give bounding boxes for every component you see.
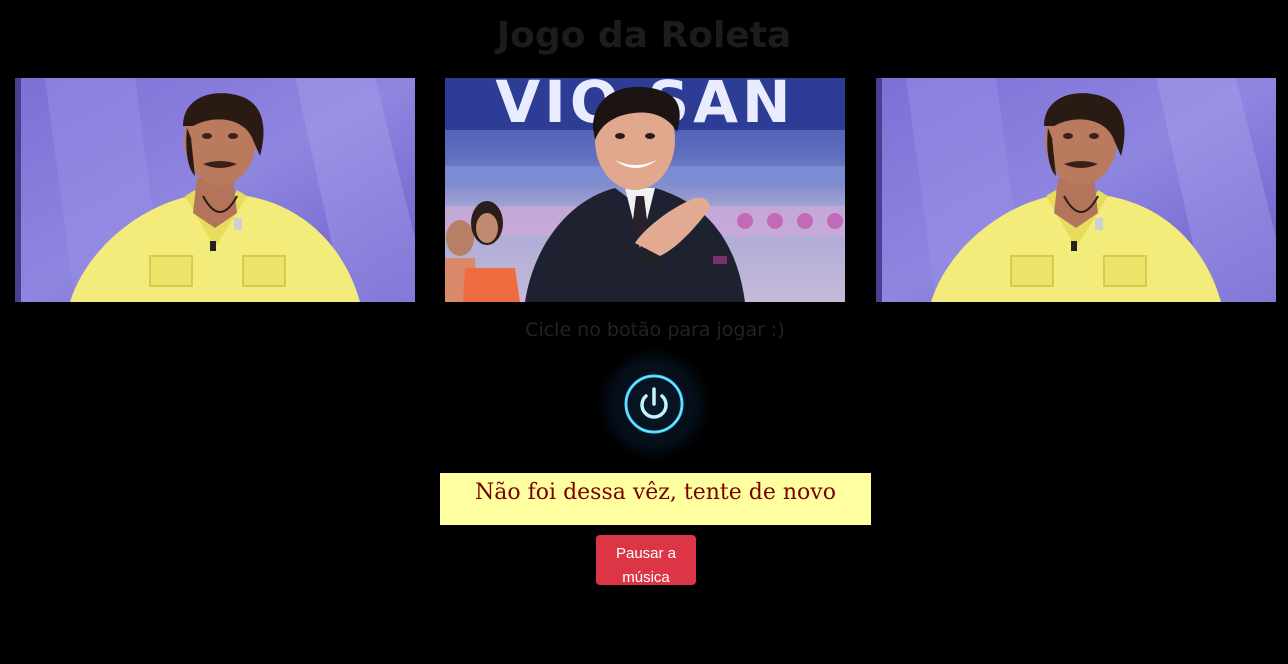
slot-image-3	[876, 78, 1276, 302]
result-message: Não foi dessa vêz, tente de novo	[475, 480, 836, 505]
spin-button[interactable]	[611, 361, 697, 447]
page-title: Jogo da Roleta	[496, 15, 792, 56]
play-hint: Cicle no botão para jogar :)	[525, 319, 785, 341]
slot-image-1	[15, 78, 415, 302]
pause-music-button[interactable]: Pausar a música	[596, 535, 696, 585]
result-message-box: Não foi dessa vêz, tente de novo	[440, 473, 871, 525]
power-icon	[624, 374, 684, 434]
roulette-page: Jogo da Roleta VIO SAN Cicle no botão pa…	[0, 0, 1288, 664]
slot-image-2: VIO SAN	[445, 78, 845, 302]
